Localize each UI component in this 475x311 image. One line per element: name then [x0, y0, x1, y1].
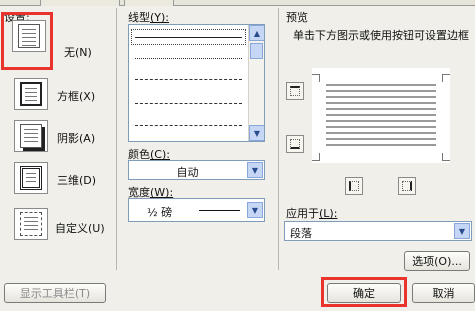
line-style-list[interactable]: ▲ ▼ — [128, 24, 265, 142]
line-style-label: 线型(Y): — [128, 11, 170, 24]
setting-custom-button[interactable] — [14, 208, 48, 240]
border-top-button[interactable] — [286, 82, 304, 100]
divider — [116, 8, 117, 270]
highlight-box-setting — [1, 12, 53, 70]
width-select[interactable]: ½ 磅 ▼ — [128, 198, 265, 222]
setting-3d-icon — [20, 166, 42, 190]
setting-box-icon — [20, 82, 42, 106]
cancel-button[interactable]: 取消 — [412, 283, 475, 303]
setting-3d-button[interactable] — [14, 162, 48, 194]
preview-text-line — [326, 96, 436, 98]
corner-mark — [312, 153, 320, 161]
border-top-icon — [290, 86, 300, 96]
border-right-icon — [402, 181, 412, 191]
line-option-dash-dot[interactable] — [135, 103, 242, 104]
preview-text-line — [326, 126, 436, 128]
apply-to-value: 段落 — [290, 227, 312, 240]
preview-text-line — [326, 132, 436, 134]
preview-text-line — [326, 144, 436, 146]
preview-text-line — [326, 84, 436, 86]
border-bottom-icon — [290, 139, 300, 149]
setting-none-label[interactable]: 无(N) — [64, 44, 92, 60]
tab-page-border[interactable] — [40, 0, 120, 6]
setting-custom-icon — [20, 212, 42, 236]
border-left-button[interactable] — [345, 177, 363, 195]
border-bottom-button[interactable] — [286, 135, 304, 153]
color-select[interactable]: 自动 ▼ — [128, 160, 265, 180]
divider — [278, 8, 279, 270]
line-style-scrollbar[interactable]: ▲ ▼ — [248, 25, 264, 141]
preview-area[interactable] — [312, 68, 450, 163]
chevron-down-icon[interactable]: ▼ — [247, 162, 263, 178]
line-option-dashed[interactable] — [135, 79, 242, 80]
preview-text-line — [326, 114, 436, 116]
show-toolbar-button[interactable]: 显示工具栏(T) — [4, 283, 106, 303]
setting-shadow-button[interactable] — [14, 120, 48, 152]
color-value: 自动 — [176, 166, 199, 179]
preview-hint: 单击下方图示或使用按钮可设置边框 — [293, 29, 469, 42]
scroll-thumb[interactable] — [250, 43, 263, 59]
chevron-down-icon[interactable]: ▼ — [247, 202, 263, 218]
preview-text-line — [326, 120, 436, 122]
line-option-solid[interactable] — [135, 37, 242, 38]
border-left-icon — [349, 181, 359, 191]
setting-box-button[interactable] — [14, 78, 48, 110]
setting-shadow-label[interactable]: 阴影(A) — [57, 130, 95, 146]
line-option-dash-dot-dot[interactable] — [135, 125, 242, 126]
width-sample-line — [199, 210, 240, 211]
setting-3d-label[interactable]: 三维(D) — [57, 172, 96, 188]
apply-to-select[interactable]: 段落 ▼ — [284, 221, 472, 241]
preview-text-line — [326, 90, 436, 92]
preview-text-line — [326, 108, 436, 110]
preview-text-line — [326, 102, 436, 104]
preview-text-line — [326, 138, 436, 140]
tab-shading[interactable] — [124, 0, 174, 6]
corner-mark — [312, 74, 320, 82]
scroll-up-icon[interactable]: ▲ — [249, 25, 264, 41]
corner-mark — [442, 74, 450, 82]
setting-custom-label[interactable]: 自定义(U) — [55, 220, 105, 236]
setting-shadow-icon — [20, 124, 42, 148]
border-right-button[interactable] — [398, 177, 416, 195]
chevron-down-icon[interactable]: ▼ — [454, 223, 470, 239]
width-value: ½ 磅 — [147, 206, 173, 219]
preview-label: 预览 — [286, 11, 308, 24]
scroll-down-icon[interactable]: ▼ — [249, 125, 264, 141]
line-option-dotted[interactable] — [135, 58, 242, 59]
apply-to-label: 应用于(L): — [286, 207, 338, 220]
options-button[interactable]: 选项(O)... — [404, 251, 470, 271]
setting-box-label[interactable]: 方框(X) — [57, 88, 95, 104]
corner-mark — [442, 153, 450, 161]
highlight-box-ok — [321, 277, 407, 307]
